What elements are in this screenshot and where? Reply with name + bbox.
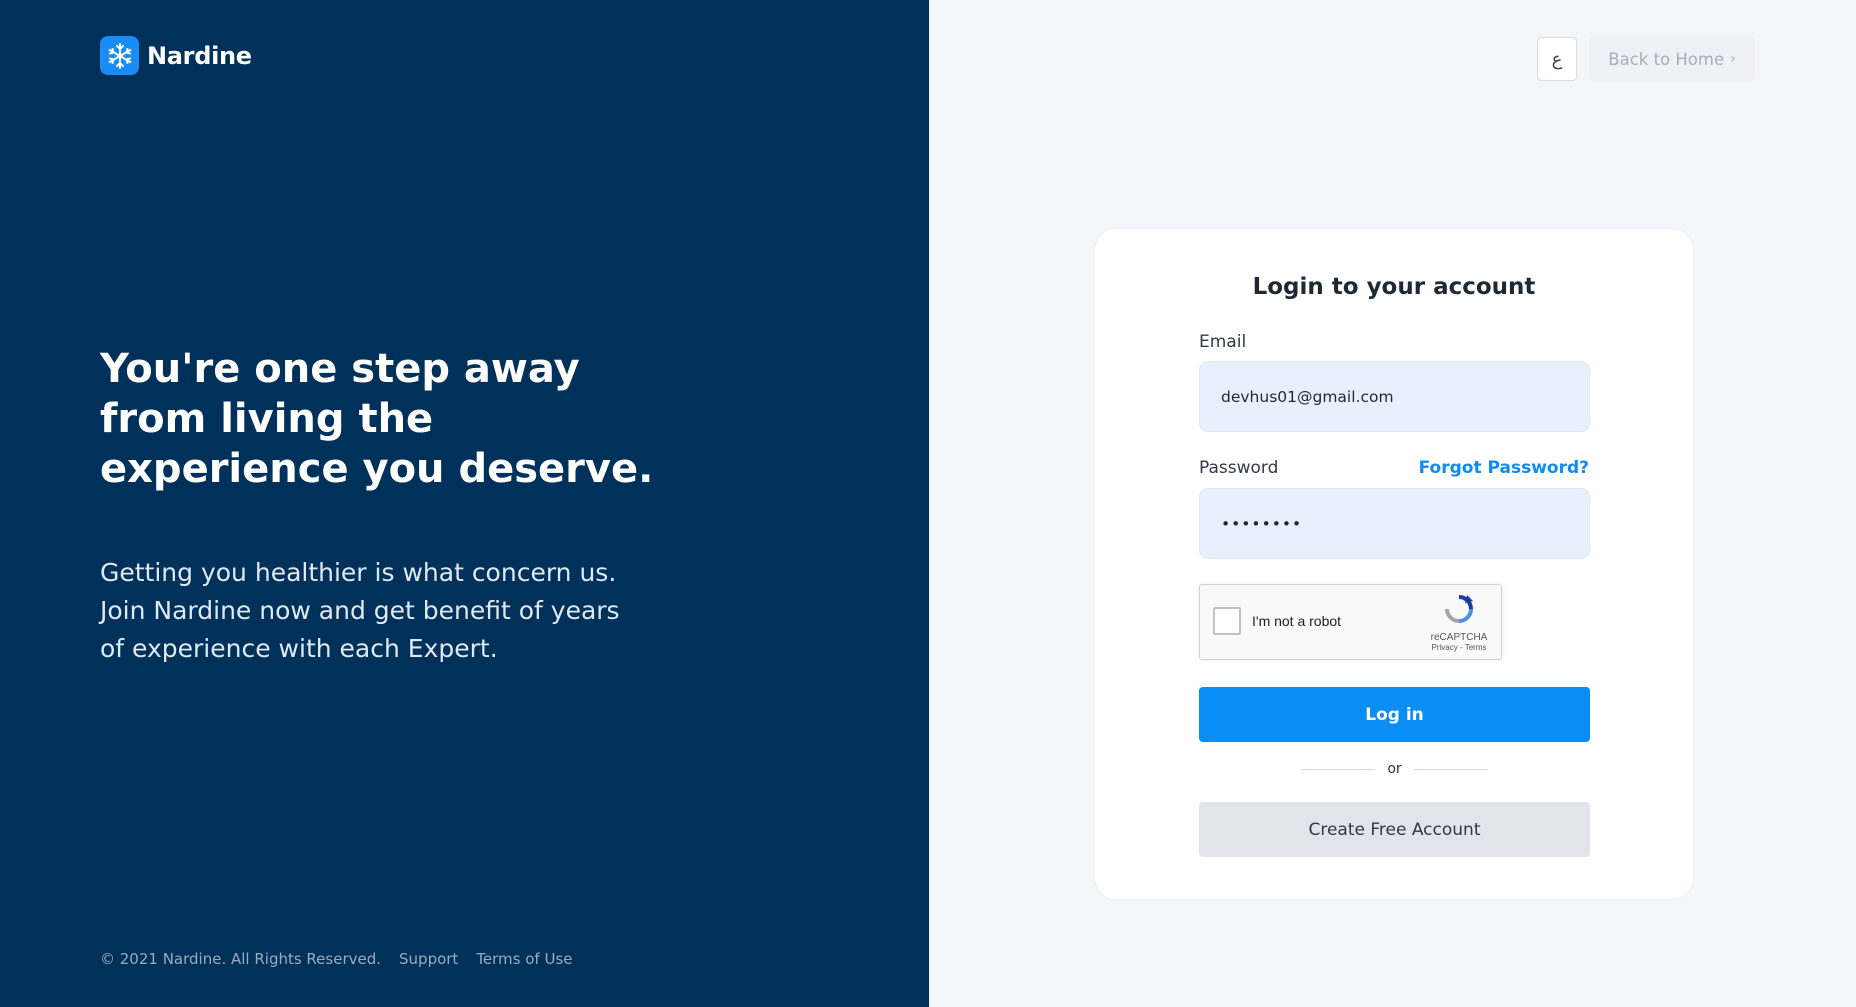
headline-line: from living the — [100, 396, 434, 442]
email-label: Email — [1199, 332, 1247, 352]
login-title: Login to your account — [1252, 274, 1536, 300]
create-account-button[interactable]: Create Free Account — [1199, 802, 1590, 857]
footer: © 2021 Nardine. All Rights Reserved. Sup… — [100, 950, 573, 968]
back-to-home-button[interactable]: Back to Home › — [1589, 37, 1755, 81]
recaptcha-brand: reCAPTCHA — [1430, 632, 1488, 643]
headline-line: experience you deserve. — [100, 446, 654, 492]
headline-line: You're one step away — [100, 346, 580, 392]
divider-line — [1301, 768, 1376, 770]
forgot-password-link[interactable]: Forgot Password? — [1419, 458, 1589, 478]
subtext-line: Join Nardine now and get benefit of year… — [100, 596, 620, 625]
recaptcha-label: I'm not a robot — [1252, 613, 1342, 629]
or-divider: or — [1199, 761, 1590, 777]
hero-subtext: Getting you healthier is what concern us… — [100, 554, 670, 668]
chevron-right-icon: › — [1730, 51, 1736, 67]
language-toggle-button[interactable]: ع — [1537, 37, 1577, 81]
recaptcha-icon — [1445, 595, 1473, 623]
snowflake-icon — [100, 36, 139, 75]
recaptcha-checkbox[interactable] — [1213, 607, 1241, 635]
recaptcha-logo: reCAPTCHA Privacy - Terms — [1429, 593, 1489, 652]
hero-panel: Nardine You're one step away from living… — [0, 0, 929, 1007]
hero-headline: You're one step away from living the exp… — [100, 344, 700, 494]
subtext-line: Getting you healthier is what concern us… — [100, 558, 617, 587]
terms-link[interactable]: Terms of Use — [476, 950, 572, 968]
support-link[interactable]: Support — [399, 950, 458, 968]
password-label: Password — [1199, 458, 1279, 478]
login-card: Login to your account Email devhus01@gma… — [1094, 228, 1694, 900]
email-field[interactable]: devhus01@gmail.com — [1199, 361, 1590, 432]
copyright-text: © 2021 Nardine. All Rights Reserved. — [100, 950, 382, 968]
back-to-home-label: Back to Home — [1608, 49, 1725, 69]
password-field[interactable]: •••••••• — [1199, 488, 1590, 559]
recaptcha-links[interactable]: Privacy - Terms — [1429, 643, 1489, 652]
divider-line — [1413, 768, 1488, 770]
login-button[interactable]: Log in — [1199, 687, 1590, 742]
brand-logo[interactable]: Nardine — [100, 36, 252, 75]
brand-name: Nardine — [147, 41, 252, 70]
recaptcha-widget: I'm not a robot reCAPTCHA Privacy - Term… — [1199, 584, 1502, 660]
subtext-line: of experience with each Expert. — [100, 634, 498, 663]
or-text: or — [1387, 761, 1402, 777]
